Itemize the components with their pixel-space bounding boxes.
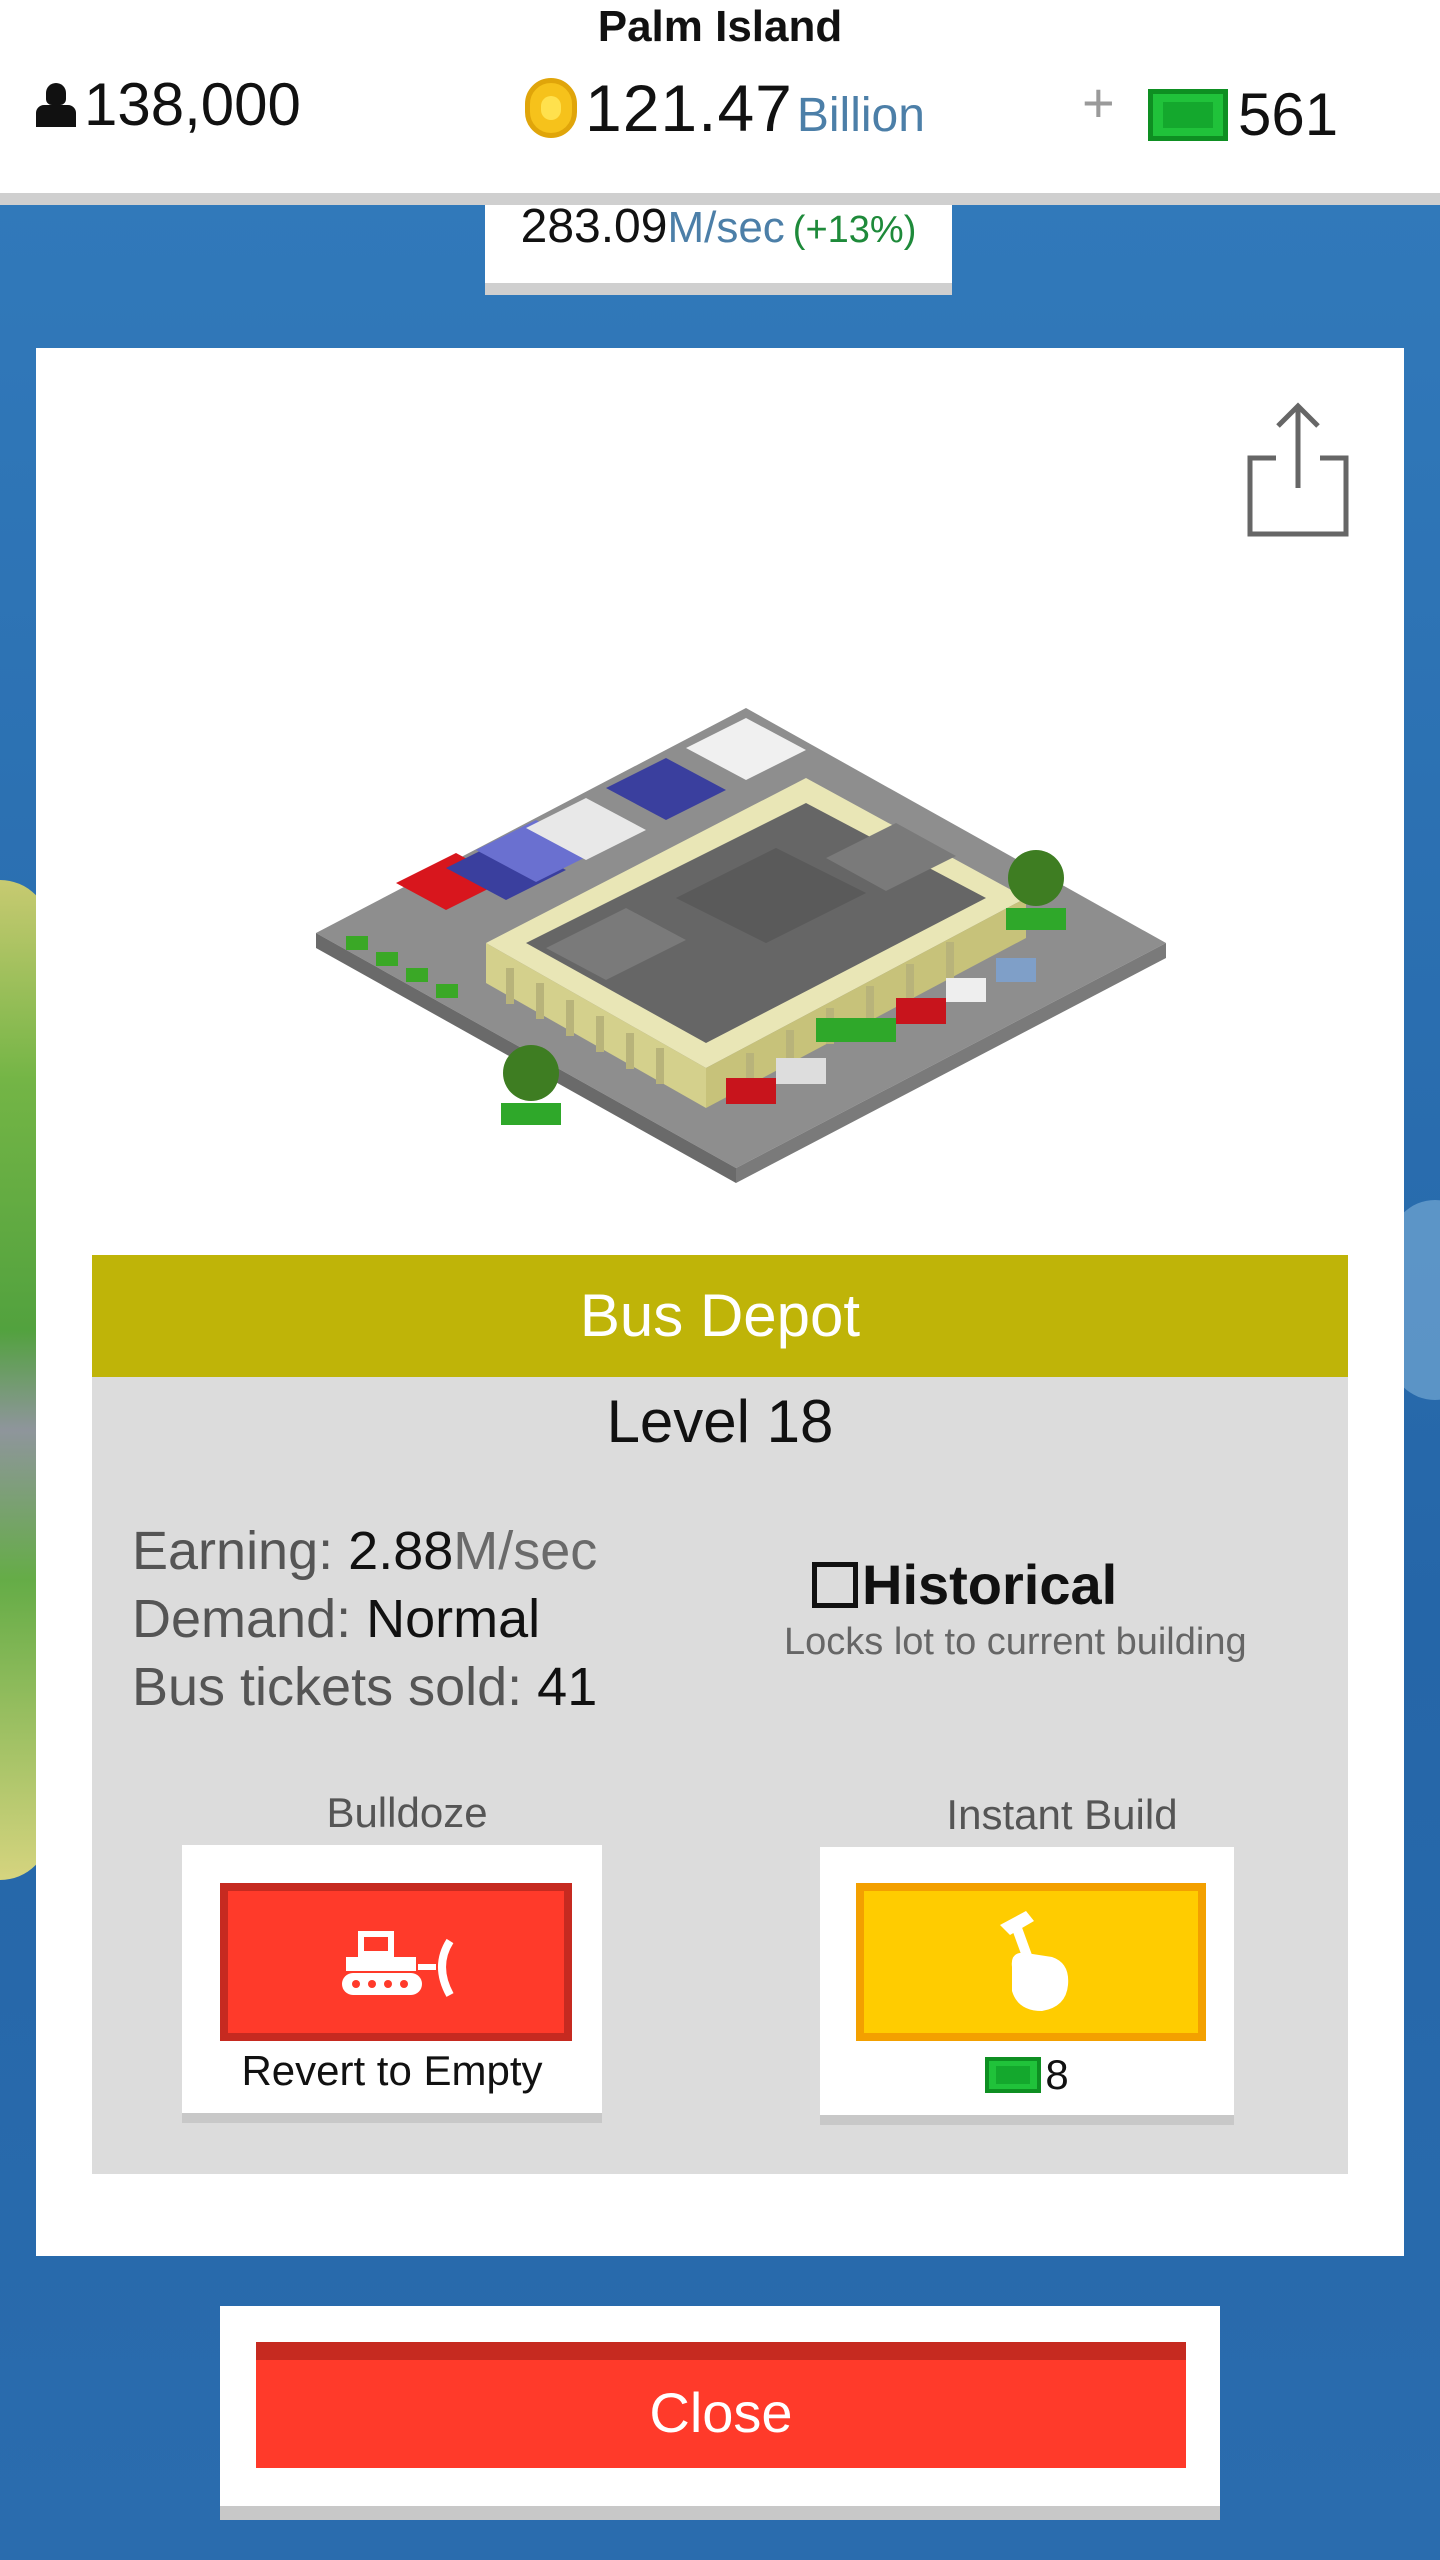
- demand-label: Demand:: [132, 1589, 352, 1649]
- demand-value: Normal: [366, 1589, 541, 1649]
- bulldoze-button[interactable]: [220, 1883, 572, 2041]
- income-rate-tab: 283.09M/sec (+13%): [485, 200, 952, 295]
- money-display: 121.47 Billion: [525, 70, 925, 146]
- historical-label: Historical: [862, 1553, 1118, 1616]
- income-value: 283.09: [520, 200, 668, 253]
- cash-display[interactable]: 561: [1148, 80, 1338, 149]
- instant-build-button[interactable]: [856, 1883, 1206, 2041]
- close-button[interactable]: Close: [256, 2342, 1186, 2468]
- bulldoze-card[interactable]: Revert to Empty: [182, 1845, 602, 2123]
- bulldoze-text: Revert to Empty: [241, 2047, 543, 2094]
- earning-value: 2.88: [348, 1521, 454, 1581]
- building-details: Level 18 Earning: 2.88M/sec Demand: Norm…: [92, 1377, 1348, 2174]
- instant-build-cost: 8: [820, 2051, 1234, 2099]
- coin-icon: [525, 78, 577, 138]
- close-card[interactable]: Close: [220, 2306, 1220, 2520]
- money-value: 121.47: [585, 71, 793, 145]
- cash-value: 561: [1238, 81, 1339, 148]
- money-unit: Billion: [796, 89, 925, 142]
- person-icon: [36, 82, 76, 127]
- share-icon[interactable]: [1246, 398, 1356, 538]
- building-name-bar: Bus Depot: [92, 1255, 1348, 1377]
- tickets-label: Bus tickets sold:: [132, 1657, 523, 1717]
- demand-row: Demand: Normal: [132, 1585, 597, 1653]
- population-display: 138,000: [36, 70, 301, 139]
- instant-build-label: Instant Build: [946, 1791, 1178, 1838]
- historical-checkbox[interactable]: [812, 1561, 858, 1608]
- bus-depot-illustration: [316, 708, 1166, 1183]
- instant-build-cost-value: 8: [1045, 2051, 1069, 2098]
- building-info-panel: Bus Depot Level 18 Earning: 2.88M/sec De…: [36, 348, 1404, 2256]
- income-unit: M/sec: [667, 203, 785, 252]
- historical-description: Locks lot to current building: [784, 1621, 1247, 1663]
- income-percent: (+13%): [792, 209, 917, 251]
- building-level: Level 18: [606, 1388, 834, 1455]
- city-name: Palm Island: [597, 2, 843, 51]
- tickets-row: Bus tickets sold: 41: [132, 1653, 597, 1721]
- instant-build-card[interactable]: 8: [820, 1847, 1234, 2125]
- earning-row: Earning: 2.88M/sec: [132, 1517, 597, 1585]
- top-status-bar: Palm Island 138,000 121.47 Billion + 561: [0, 0, 1440, 205]
- bulldoze-label: Bulldoze: [326, 1789, 488, 1836]
- tickets-value: 41: [537, 1657, 598, 1717]
- earning-label: Earning:: [132, 1521, 334, 1581]
- cash-bill-icon: [985, 2057, 1042, 2093]
- population-value: 138,000: [84, 71, 301, 138]
- historical-toggle[interactable]: Historical: [812, 1552, 1117, 1617]
- cash-bill-icon: [1148, 88, 1228, 141]
- bulldozer-icon: [342, 1931, 454, 1997]
- hammer-hand-icon: [1000, 1911, 1069, 2011]
- building-stats: Earning: 2.88M/sec Demand: Normal Bus ti…: [132, 1517, 597, 1721]
- earning-unit: M/sec: [453, 1521, 598, 1581]
- buy-cash-button[interactable]: +: [1082, 70, 1115, 135]
